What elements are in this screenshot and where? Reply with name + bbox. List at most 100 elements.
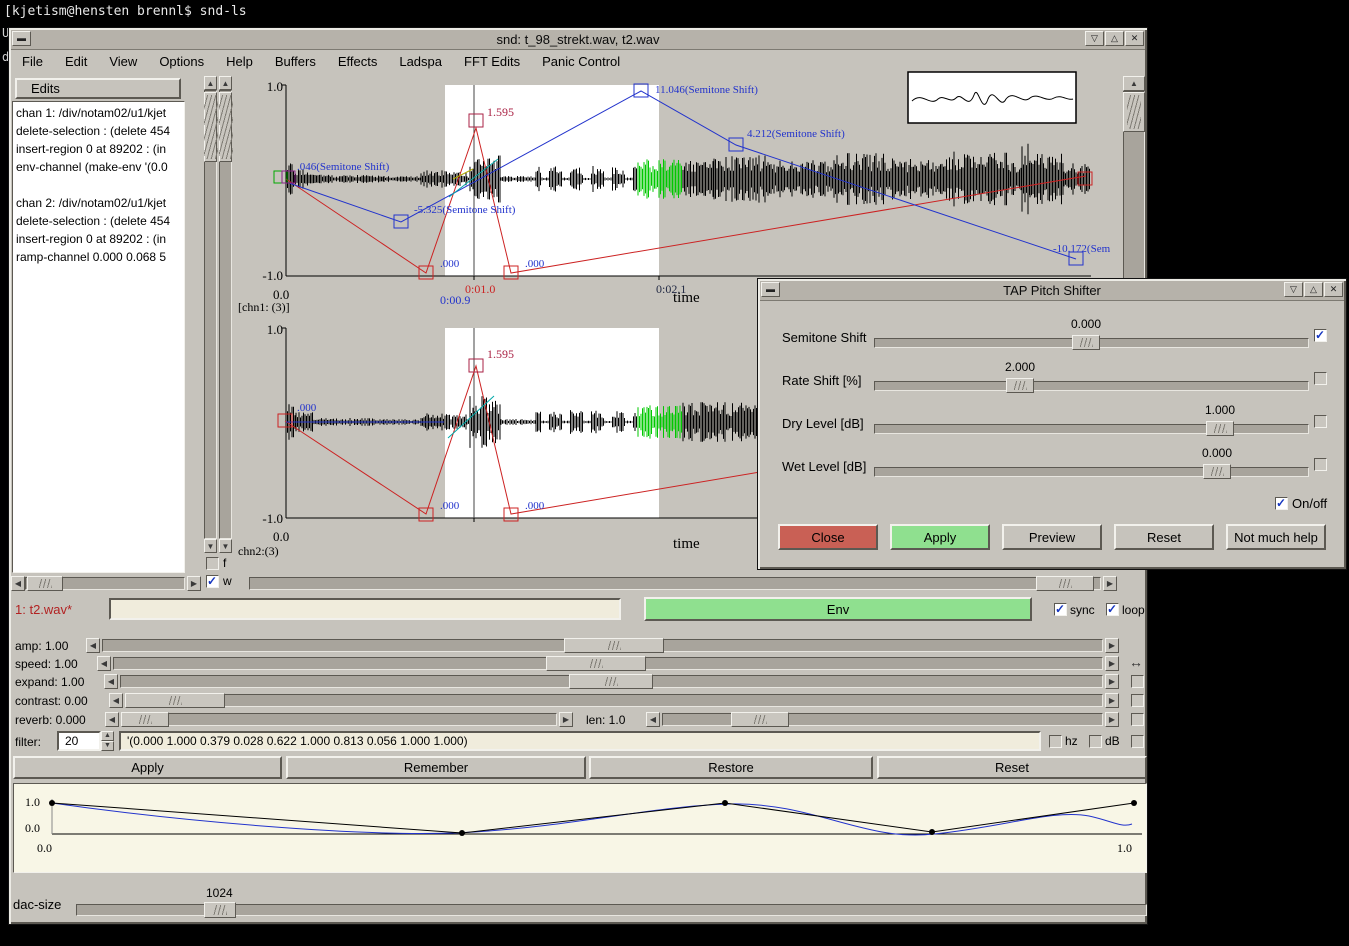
- expand-checkbox[interactable]: [1131, 675, 1144, 688]
- list-item[interactable]: insert-region 0 at 89202 : (in: [13, 140, 184, 158]
- filter-checkbox[interactable]: [1131, 735, 1144, 748]
- arrow-left-icon[interactable]: ◀: [86, 638, 100, 653]
- window-maximize-button[interactable]: △: [1105, 31, 1124, 46]
- file-label[interactable]: 1: t2.wav*: [15, 602, 72, 617]
- expand-slider-thumb[interactable]: [569, 674, 653, 689]
- semitone-shift-checkbox[interactable]: [1314, 329, 1327, 342]
- env-button[interactable]: Env: [644, 597, 1032, 621]
- arrow-left-icon[interactable]: ◀: [104, 674, 118, 689]
- window-maximize-button[interactable]: △: [1304, 282, 1323, 297]
- dry-level-slider-thumb[interactable]: [1206, 421, 1234, 436]
- speed-slider-thumb[interactable]: [546, 656, 646, 671]
- amp-slider-thumb[interactable]: [564, 638, 664, 653]
- sync-checkbox[interactable]: [1054, 603, 1067, 616]
- speed-style-arrows-icon[interactable]: ↔: [1129, 654, 1143, 670]
- window-shade-button[interactable]: ▽: [1085, 31, 1104, 46]
- scrollbar-thumb[interactable]: [219, 92, 232, 162]
- menu-item-ladspa[interactable]: Ladspa: [388, 54, 453, 69]
- reverb-slider[interactable]: [121, 713, 557, 726]
- reverb-checkbox[interactable]: [1131, 713, 1144, 726]
- scroll-right-icon[interactable]: ▶: [187, 576, 201, 591]
- wet-level-slider-thumb[interactable]: [1203, 464, 1231, 479]
- hz-checkbox[interactable]: [1049, 735, 1062, 748]
- window-close-button[interactable]: ✕: [1125, 31, 1144, 46]
- scroll-left-icon[interactable]: ◀: [11, 576, 25, 591]
- menu-item-fft-edits[interactable]: FFT Edits: [453, 54, 531, 69]
- arrow-right-icon[interactable]: ▶: [1105, 638, 1119, 653]
- loop-checkbox[interactable]: [1106, 603, 1119, 616]
- dry-level-slider[interactable]: [874, 424, 1309, 434]
- semitone-shift-slider-thumb[interactable]: [1072, 335, 1100, 350]
- menu-item-view[interactable]: View: [98, 54, 148, 69]
- arrow-right-icon[interactable]: ▶: [1105, 656, 1119, 671]
- reset-button[interactable]: Reset: [877, 756, 1147, 779]
- scrollbar-thumb[interactable]: [204, 92, 217, 162]
- menu-item-help[interactable]: Help: [215, 54, 264, 69]
- arrow-right-icon[interactable]: ▶: [559, 712, 573, 727]
- red-envelope-chan1[interactable]: [286, 128, 1086, 273]
- spin-up-icon[interactable]: ▲: [101, 731, 114, 741]
- horizontal-scrollbar[interactable]: [249, 577, 1101, 590]
- menu-item-file[interactable]: File: [11, 54, 54, 69]
- scroll-down-icon[interactable]: ▼: [219, 539, 232, 553]
- scroll-up-icon[interactable]: ▲: [1123, 76, 1145, 91]
- reset-button[interactable]: Reset: [1114, 524, 1214, 550]
- f-checkbox[interactable]: [206, 557, 219, 570]
- envelope-editor[interactable]: [13, 783, 1147, 873]
- list-item[interactable]: ramp-channel 0.000 0.068 5: [13, 248, 184, 266]
- scroll-up-icon[interactable]: ▲: [219, 76, 232, 90]
- dac-size-slider-thumb[interactable]: [204, 902, 236, 918]
- menu-item-buffers[interactable]: Buffers: [264, 54, 327, 69]
- scrollbar-thumb[interactable]: [1123, 92, 1145, 132]
- dry-level-checkbox[interactable]: [1314, 415, 1327, 428]
- remember-button[interactable]: Remember: [286, 756, 586, 779]
- menu-item-panic-control[interactable]: Panic Control: [531, 54, 631, 69]
- help-button[interactable]: Not much help: [1226, 524, 1326, 550]
- arrow-left-icon[interactable]: ◀: [105, 712, 119, 727]
- list-item[interactable]: chan 2: /div/notam02/u1/kjet: [13, 194, 184, 212]
- list-item[interactable]: env-channel (make-env '(0.0: [13, 158, 184, 176]
- envelope-editor-canvas[interactable]: [14, 784, 1146, 872]
- contrast-checkbox[interactable]: [1131, 694, 1144, 707]
- menu-item-options[interactable]: Options: [148, 54, 215, 69]
- scrollbar-thumb[interactable]: [27, 576, 63, 591]
- list-item[interactable]: insert-region 0 at 89202 : (in: [13, 230, 184, 248]
- scroll-down-icon[interactable]: ▼: [204, 539, 217, 553]
- preview-button[interactable]: Preview: [1002, 524, 1102, 550]
- arrow-right-icon[interactable]: ▶: [1105, 674, 1119, 689]
- reverb-slider-thumb[interactable]: [121, 712, 169, 727]
- arrow-left-icon[interactable]: ◀: [646, 712, 660, 727]
- window-titlebar[interactable]: ▬ snd: t_98_strekt.wav, t2.wav ▽ △ ✕: [11, 30, 1145, 50]
- arrow-right-icon[interactable]: ▶: [1105, 693, 1119, 708]
- rate-shift-slider-thumb[interactable]: [1006, 378, 1034, 393]
- arrow-left-icon[interactable]: ◀: [109, 693, 123, 708]
- window-close-button[interactable]: ✕: [1324, 282, 1343, 297]
- contrast-slider-thumb[interactable]: [125, 693, 225, 708]
- menu-item-edit[interactable]: Edit: [54, 54, 98, 69]
- rate-shift-checkbox[interactable]: [1314, 372, 1327, 385]
- spin-down-icon[interactable]: ▼: [101, 741, 114, 751]
- scrollbar-thumb[interactable]: [1036, 576, 1094, 591]
- filter-envelope-input[interactable]: '(0.000 1.000 0.379 0.028 0.622 1.000 0.…: [119, 731, 1041, 751]
- filter-order-input[interactable]: 20: [57, 731, 101, 751]
- dac-size-slider[interactable]: [76, 904, 1147, 916]
- scroll-up-icon[interactable]: ▲: [204, 76, 217, 90]
- restore-button[interactable]: Restore: [589, 756, 873, 779]
- edits-header-button[interactable]: Edits: [15, 78, 181, 99]
- wet-level-checkbox[interactable]: [1314, 458, 1327, 471]
- menu-item-effects[interactable]: Effects: [327, 54, 389, 69]
- edits-list[interactable]: chan 1: /div/notam02/u1/kjet delete-sele…: [12, 101, 185, 573]
- arrow-right-icon[interactable]: ▶: [1105, 712, 1119, 727]
- reverb-len-slider-thumb[interactable]: [731, 712, 789, 727]
- db-checkbox[interactable]: [1089, 735, 1102, 748]
- apply-button[interactable]: Apply: [890, 524, 990, 550]
- scroll-right-icon[interactable]: ▶: [1103, 576, 1117, 591]
- contrast-slider[interactable]: [125, 694, 1103, 707]
- reverb-len-slider[interactable]: [662, 713, 1103, 726]
- rate-shift-slider[interactable]: [874, 381, 1309, 391]
- list-item[interactable]: delete-selection : (delete 454: [13, 122, 184, 140]
- dialog-titlebar[interactable]: ▬ TAP Pitch Shifter ▽ △ ✕: [760, 281, 1344, 301]
- window-shade-button[interactable]: ▽: [1284, 282, 1303, 297]
- list-item[interactable]: chan 1: /div/notam02/u1/kjet: [13, 104, 184, 122]
- onoff-checkbox[interactable]: [1275, 497, 1288, 510]
